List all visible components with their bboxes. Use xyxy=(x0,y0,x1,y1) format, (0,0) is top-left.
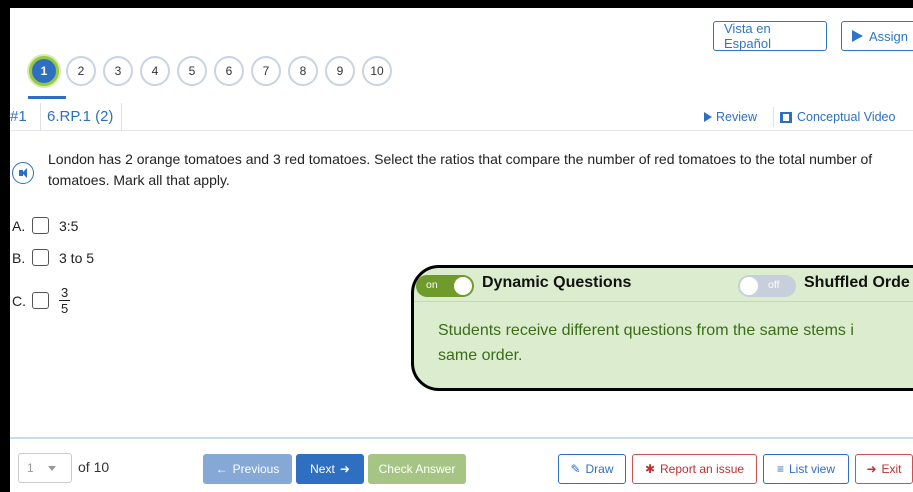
arrow-right-icon: ➜ xyxy=(339,462,350,476)
active-question-underline xyxy=(28,96,66,99)
speaker-cone xyxy=(22,168,27,178)
toggle-knob xyxy=(454,277,472,295)
question-circle-7[interactable]: 7 xyxy=(251,56,281,86)
question-circle-3[interactable]: 3 xyxy=(103,56,133,86)
assign-label: Assign xyxy=(869,28,909,44)
shuffled-order-toggle[interactable]: off xyxy=(738,275,796,297)
tooltip-header: on Dynamic Questions off Shuffled Orde xyxy=(414,268,913,302)
question-circle-9[interactable]: 9 xyxy=(325,56,355,86)
answer-letter: A. xyxy=(12,217,26,234)
conceptual-video-label: Conceptual Video xyxy=(797,110,896,124)
answer-checkbox[interactable] xyxy=(32,292,49,309)
review-label: Review xyxy=(716,110,757,124)
question-id-row: #1 6.RP.1 (2) Review Conceptual Video xyxy=(10,102,913,131)
send-icon xyxy=(852,30,863,42)
next-label: Next xyxy=(310,462,335,476)
conceptual-video-link[interactable]: Conceptual Video xyxy=(780,103,895,131)
question-circle-8[interactable]: 8 xyxy=(288,56,318,86)
answer-option-b[interactable]: B. 3 to 5 xyxy=(12,249,94,266)
list-icon: ≡ xyxy=(776,462,784,476)
answer-option-a[interactable]: A. 3:5 xyxy=(12,217,78,234)
assign-button[interactable]: Assign xyxy=(841,21,913,51)
app-frame: Vista en Español Assign 1 2 3 4 5 6 7 8 … xyxy=(10,8,913,492)
description-line-1: Students receive different questions fro… xyxy=(438,322,854,339)
answer-option-c[interactable]: C. 3 5 xyxy=(12,285,71,316)
toggle-on-label: on xyxy=(426,279,438,291)
bug-icon: ✱ xyxy=(644,462,655,476)
list-view-label: List view xyxy=(789,462,836,476)
dynamic-questions-toggle[interactable]: on xyxy=(416,275,474,297)
settings-tooltip: on Dynamic Questions off Shuffled Orde S… xyxy=(411,265,913,391)
question-circle-2[interactable]: 2 xyxy=(66,56,96,86)
previous-button[interactable]: ← Previous xyxy=(203,454,292,484)
page-select-value: 1 xyxy=(27,461,34,475)
question-standard: 6.RP.1 (2) xyxy=(40,102,123,131)
question-number: #1 xyxy=(10,108,27,125)
previous-label: Previous xyxy=(232,462,280,476)
answer-text: 3:5 xyxy=(59,217,79,234)
exit-button[interactable]: ➜ Exit xyxy=(855,454,913,484)
list-view-button[interactable]: ≡ List view xyxy=(763,454,849,484)
divider xyxy=(773,107,774,127)
play-icon xyxy=(704,112,712,122)
arrow-left-icon: ← xyxy=(215,462,228,476)
question-circle-5[interactable]: 5 xyxy=(177,56,207,86)
question-circle-4[interactable]: 4 xyxy=(140,56,170,86)
question-text: London has 2 orange tomatoes and 3 red t… xyxy=(48,151,873,188)
check-answer-label: Check Answer xyxy=(378,462,456,476)
chevron-down-icon xyxy=(47,465,56,471)
answer-letter: C. xyxy=(12,292,26,309)
answer-checkbox[interactable] xyxy=(32,217,49,234)
answer-checkbox[interactable] xyxy=(32,249,49,266)
tooltip-description: Students receive different questions fro… xyxy=(438,318,913,368)
answer-letter: B. xyxy=(12,249,26,266)
spanish-view-button[interactable]: Vista en Español xyxy=(713,21,827,51)
speaker-icon[interactable] xyxy=(12,162,34,184)
report-issue-button[interactable]: ✱ Report an issue xyxy=(632,454,757,484)
question-navigator: 1 2 3 4 5 6 7 8 9 10 xyxy=(29,56,392,86)
toggle-off-label: off xyxy=(768,279,780,291)
draw-button[interactable]: ✎ Draw xyxy=(558,454,626,484)
exit-icon: ➜ xyxy=(866,462,877,476)
draw-label: Draw xyxy=(585,462,614,476)
exit-label: Exit xyxy=(881,462,902,476)
description-line-2: same order. xyxy=(438,347,523,364)
page-select[interactable]: 1 xyxy=(18,453,72,483)
footer-bar: 1 of 10 ← Previous Next ➜ Check Answer ✎… xyxy=(10,437,913,492)
toggle-knob xyxy=(740,277,758,295)
page-total: of 10 xyxy=(78,459,110,475)
question-circle-10[interactable]: 10 xyxy=(362,56,392,86)
fraction-denominator: 5 xyxy=(61,301,69,316)
fraction-numerator: 3 xyxy=(59,285,71,301)
pencil-icon: ✎ xyxy=(570,462,581,476)
answer-text: 3 to 5 xyxy=(59,249,95,266)
review-link[interactable]: Review xyxy=(704,103,757,131)
question-circle-1[interactable]: 1 xyxy=(29,56,59,86)
shuffled-order-title: Shuffled Orde xyxy=(804,274,910,291)
next-button[interactable]: Next ➜ xyxy=(296,454,364,484)
question-circle-6[interactable]: 6 xyxy=(214,56,244,86)
dynamic-questions-title: Dynamic Questions xyxy=(482,274,632,291)
film-icon xyxy=(780,111,792,123)
check-answer-button[interactable]: Check Answer xyxy=(368,454,466,484)
report-label: Report an issue xyxy=(660,462,745,476)
answer-fraction: 3 5 xyxy=(59,285,71,316)
spanish-view-label: Vista en Español xyxy=(724,21,771,51)
